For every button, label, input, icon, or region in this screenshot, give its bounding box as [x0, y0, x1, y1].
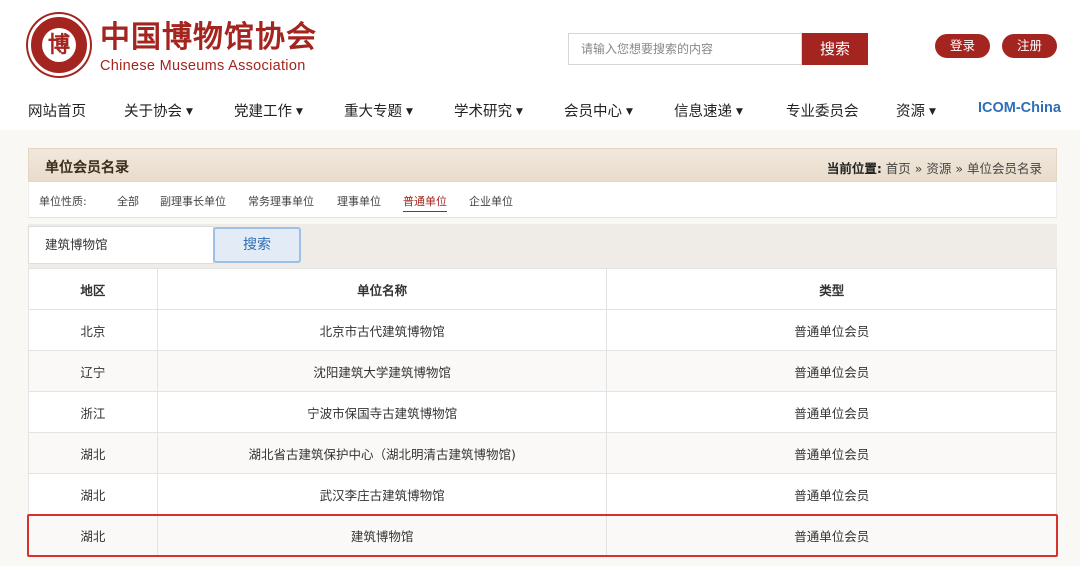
- table-header-row: 地区 单位名称 类型: [28, 268, 1057, 310]
- member-search-button[interactable]: 搜索: [213, 227, 301, 263]
- caret-down-icon: ▼: [626, 107, 633, 117]
- filter-option-enterprise[interactable]: 企业单位: [469, 193, 513, 209]
- table-row: 辽宁 沈阳建筑大学建筑博物馆 普通单位会员: [28, 350, 1057, 392]
- cell-name[interactable]: 湖北省古建筑保护中心（湖北明清古建筑博物馆): [156, 432, 608, 474]
- cell-region: 湖北: [28, 432, 158, 474]
- filter-label: 单位性质:: [39, 195, 87, 208]
- site-search-button[interactable]: 搜索: [802, 33, 868, 65]
- filter-option-regular[interactable]: 普通单位: [403, 193, 447, 212]
- nav-committees[interactable]: 专业委员会: [786, 100, 859, 121]
- cell-type: 普通单位会员: [606, 514, 1057, 556]
- nav-about[interactable]: 关于协会 ▼: [124, 100, 193, 121]
- site-title-cn[interactable]: 中国博物馆协会: [100, 12, 317, 56]
- caret-down-icon: ▼: [736, 107, 743, 117]
- nav-members[interactable]: 会员中心 ▼: [564, 100, 633, 121]
- breadcrumb: 当前位置: 首页 » 资源 » 单位会员名录: [827, 158, 1042, 177]
- cell-type: 普通单位会员: [606, 350, 1057, 392]
- nav-home[interactable]: 网站首页: [28, 100, 86, 121]
- member-search-bar: 建筑博物馆 搜索: [28, 224, 1057, 268]
- logo-seal-icon[interactable]: 博: [28, 14, 90, 76]
- cell-region: 湖北: [28, 473, 158, 515]
- breadcrumb-path[interactable]: 首页 » 资源 » 单位会员名录: [886, 161, 1042, 176]
- member-search-input[interactable]: 建筑博物馆: [28, 226, 214, 264]
- panel-title-bar: 单位会员名录 当前位置: 首页 » 资源 » 单位会员名录: [28, 148, 1057, 182]
- login-button[interactable]: 登录: [935, 34, 990, 58]
- table-row: 湖北 武汉李庄古建筑博物馆 普通单位会员: [28, 473, 1057, 515]
- unit-type-filter: 单位性质: 全部 副理事长单位 常务理事单位 理事单位 普通单位 企业单位: [28, 182, 1057, 218]
- nav-news[interactable]: 信息速递 ▼: [674, 100, 743, 121]
- caret-down-icon: ▼: [406, 107, 413, 117]
- cell-type: 普通单位会员: [606, 391, 1057, 433]
- table-row: 北京 北京市古代建筑博物馆 普通单位会员: [28, 309, 1057, 351]
- nav-icom-china[interactable]: ICOM-China: [978, 100, 1061, 116]
- nav-resources[interactable]: 资源 ▼: [896, 100, 936, 121]
- member-directory-panel: 单位会员名录 当前位置: 首页 » 资源 » 单位会员名录 单位性质: 全部 副…: [28, 148, 1057, 564]
- cell-region: 湖北: [28, 514, 158, 556]
- page-title: 单位会员名录: [45, 160, 129, 176]
- main-nav: 网站首页 关于协会 ▼ 党建工作 ▼ 重大专题 ▼ 学术研究 ▼ 会员中心 ▼ 信息速递 ▼…: [0, 90, 1080, 130]
- caret-down-icon: ▼: [929, 107, 936, 117]
- cell-region: 浙江: [28, 391, 158, 433]
- cell-region: 北京: [28, 309, 158, 351]
- cell-name[interactable]: 武汉李庄古建筑博物馆: [156, 473, 608, 515]
- cell-type: 普通单位会员: [606, 309, 1057, 351]
- nav-topics[interactable]: 重大专题 ▼: [344, 100, 413, 121]
- site-search-input[interactable]: 请输入您想要搜索的内容: [568, 33, 802, 65]
- caret-down-icon: ▼: [296, 107, 303, 117]
- caret-down-icon: ▼: [186, 107, 193, 117]
- cell-type: 普通单位会员: [606, 432, 1057, 474]
- member-table: 地区 单位名称 类型 北京 北京市古代建筑博物馆 普通单位会员 辽宁 沈阳建筑大…: [28, 268, 1057, 556]
- table-row: 湖北 湖北省古建筑保护中心（湖北明清古建筑博物馆) 普通单位会员: [28, 432, 1057, 474]
- caret-down-icon: ▼: [516, 107, 523, 117]
- logo-seal-char: 博: [42, 28, 76, 62]
- cell-name[interactable]: 沈阳建筑大学建筑博物馆: [156, 350, 608, 392]
- table-row: 湖北 建筑博物馆 普通单位会员: [28, 514, 1057, 556]
- filter-option-vice-chair[interactable]: 副理事长单位: [160, 193, 226, 209]
- column-header-type: 类型: [606, 268, 1057, 310]
- site-title-en: Chinese Museums Association: [100, 58, 306, 74]
- breadcrumb-label: 当前位置:: [826, 161, 882, 176]
- filter-option-all[interactable]: 全部: [117, 193, 139, 209]
- column-header-name: 单位名称: [156, 268, 608, 310]
- cell-type: 普通单位会员: [606, 473, 1057, 515]
- register-button[interactable]: 注册: [1002, 34, 1057, 58]
- cell-region: 辽宁: [28, 350, 158, 392]
- column-header-region: 地区: [28, 268, 158, 310]
- nav-party[interactable]: 党建工作 ▼: [234, 100, 303, 121]
- cell-name[interactable]: 宁波市保国寺古建筑博物馆: [156, 391, 608, 433]
- filter-option-council[interactable]: 理事单位: [337, 193, 381, 209]
- filter-option-standing[interactable]: 常务理事单位: [248, 193, 314, 209]
- nav-research[interactable]: 学术研究 ▼: [454, 100, 523, 121]
- cell-name[interactable]: 北京市古代建筑博物馆: [156, 309, 608, 351]
- site-header: 博 中国博物馆协会 Chinese Museums Association 请输…: [0, 0, 1080, 90]
- table-row: 浙江 宁波市保国寺古建筑博物馆 普通单位会员: [28, 391, 1057, 433]
- cell-name[interactable]: 建筑博物馆: [156, 514, 608, 556]
